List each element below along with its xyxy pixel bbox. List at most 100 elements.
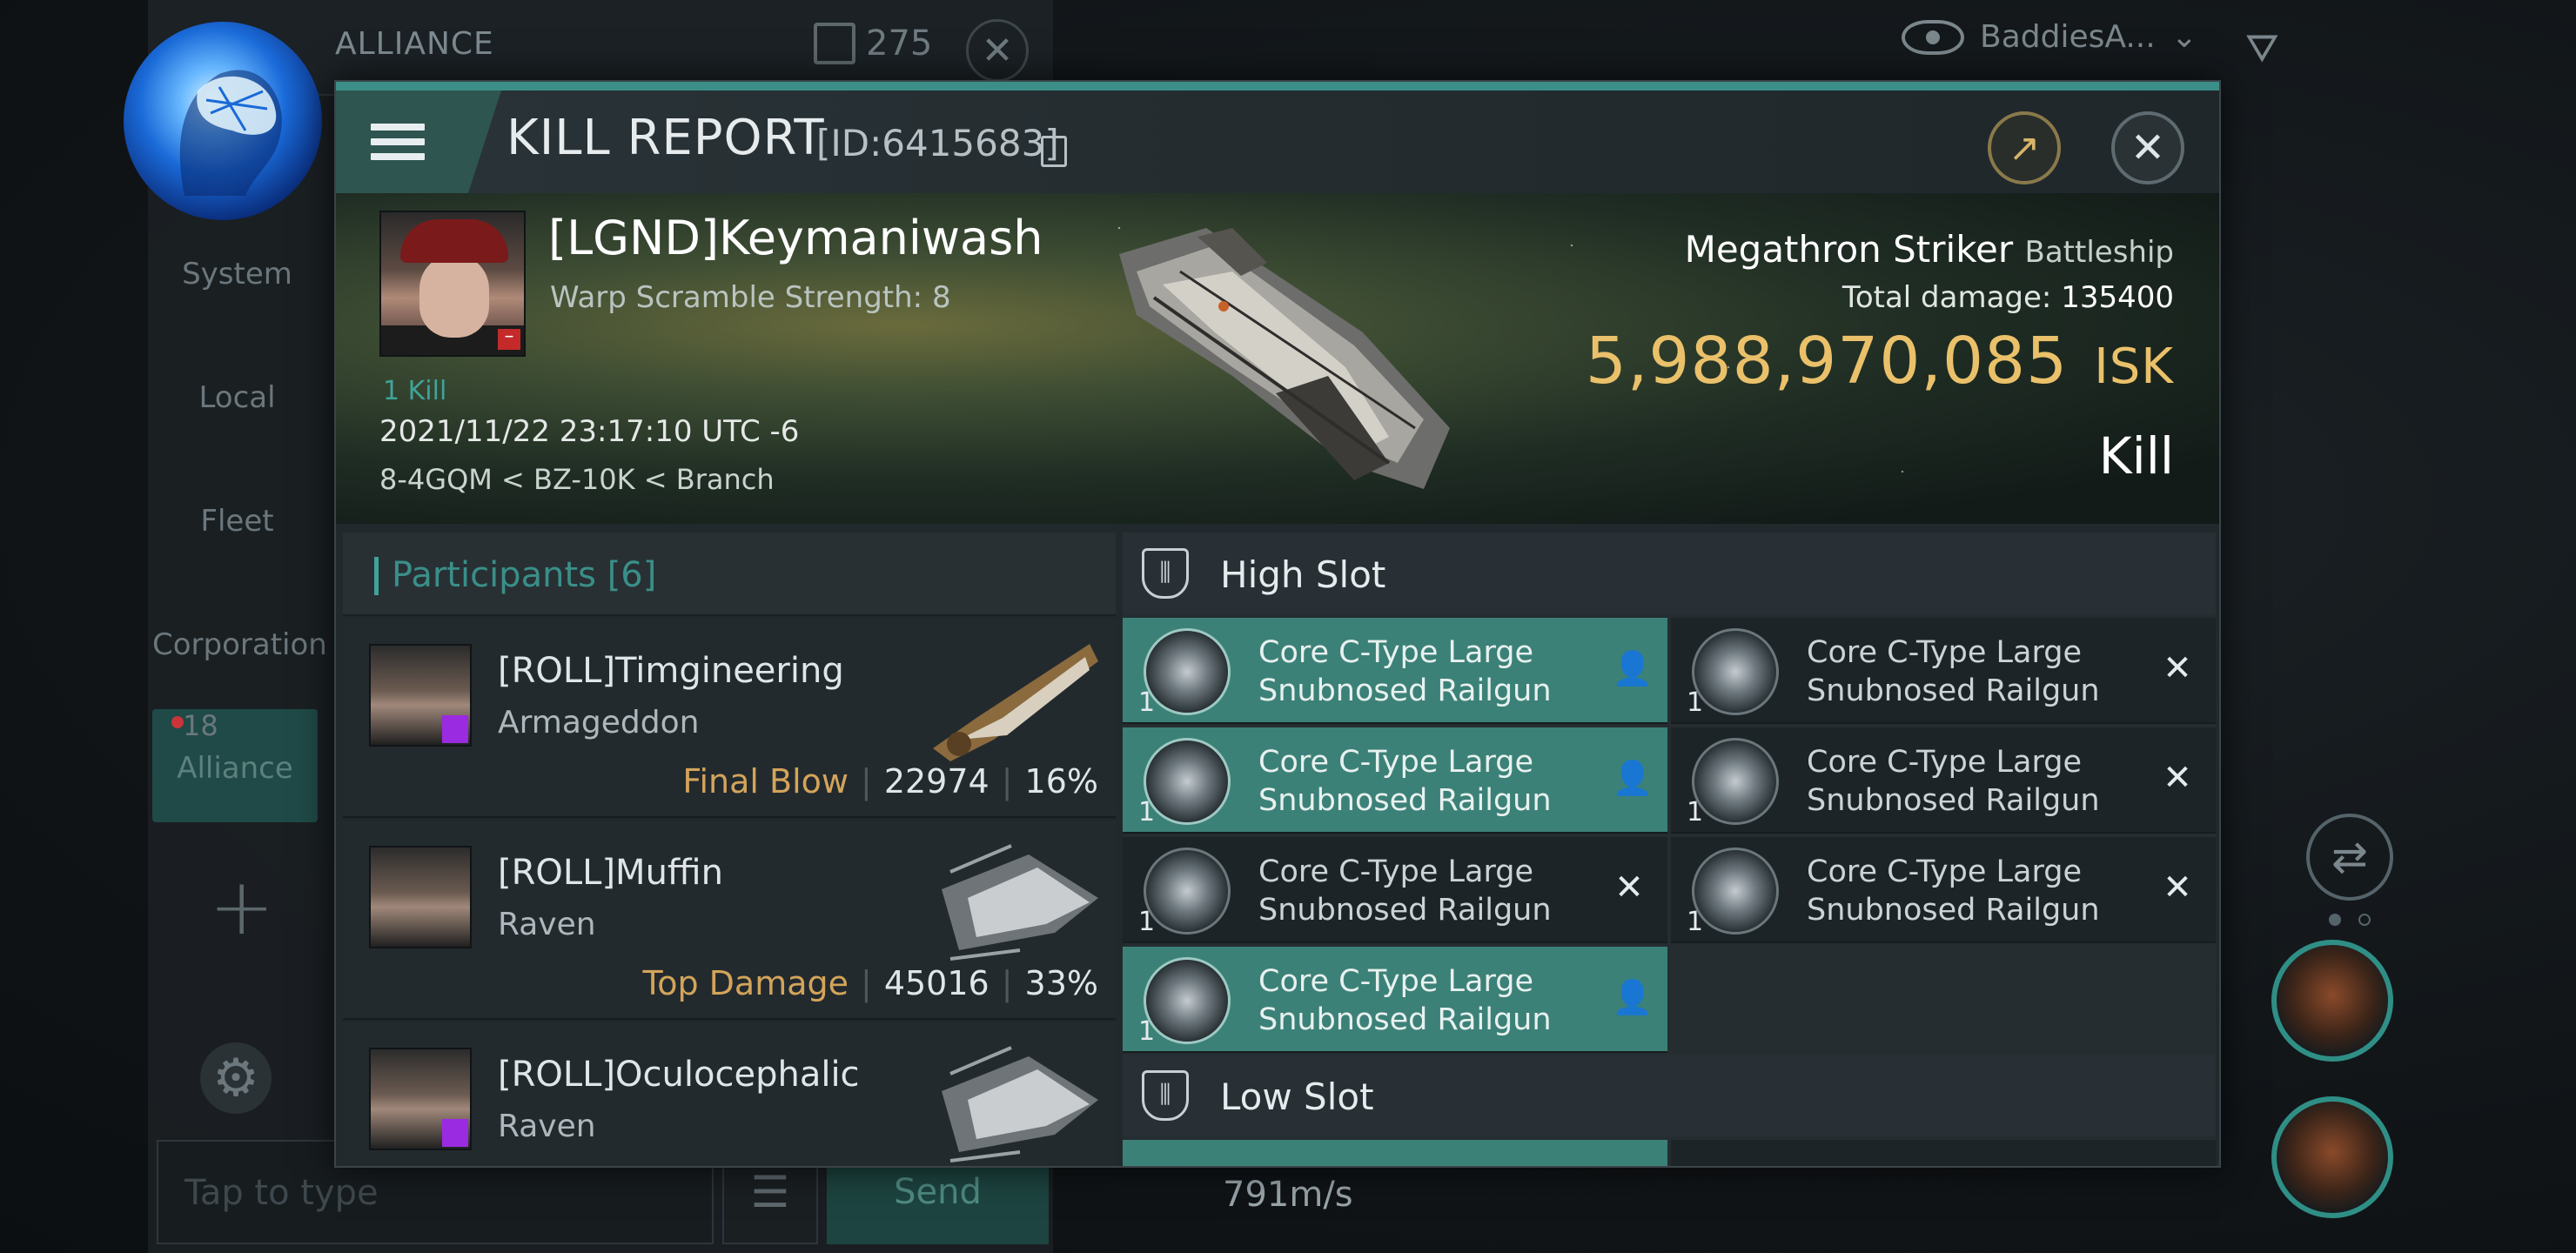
participant-name: [ROLL]Timgineering xyxy=(498,651,844,691)
participant-tag: Top Damage xyxy=(642,964,849,1002)
fitting-panel[interactable]: ⫼ High Slot 1 Core C-Type Large Snubnosed… xyxy=(1123,533,2216,1166)
module-slot[interactable]: 1 Core C-Type Large Snubnosed Railgun 👤 xyxy=(1123,618,1667,724)
module-page-indicator xyxy=(2329,914,2371,926)
person-icon: 👤 xyxy=(1612,978,1654,1016)
participant-ship-image xyxy=(942,1046,1098,1163)
participant-percent: 33% xyxy=(1024,964,1098,1002)
gear-icon[interactable]: ⚙ xyxy=(200,1042,272,1114)
module-name: Core C-Type Large Snubnosed Railgun xyxy=(1258,964,1552,1037)
module-slot[interactable] xyxy=(1123,1140,1667,1166)
kill-report-title: KILL REPORT xyxy=(506,110,825,166)
module-name: Core C-Type Large Snubnosed Railgun xyxy=(1258,745,1552,818)
module-name: Core C-Type Large Snubnosed Railgun xyxy=(1807,745,2100,818)
chat-close-button[interactable]: ✕ xyxy=(966,19,1029,82)
participant-tag: Final Blow xyxy=(682,762,849,801)
participant-percent: 16% xyxy=(1024,762,1098,801)
kill-datetime: 2021/11/22 23:17:10 UTC -6 xyxy=(379,414,800,449)
kill-report-id: [ID:6415683] xyxy=(816,122,1059,164)
rail-item-alliance[interactable]: 18 Alliance xyxy=(152,709,318,822)
security-status-badge: – xyxy=(498,327,520,350)
railgun-icon xyxy=(1692,628,1779,715)
ship-module-button[interactable] xyxy=(2271,940,2393,1062)
railgun-icon xyxy=(1144,957,1231,1044)
kill-banner: – [LGND]Keymaniwash Warp Scramble Streng… xyxy=(336,193,2219,524)
hamburger-icon xyxy=(371,116,425,168)
module-name: Core C-Type Large Snubnosed Railgun xyxy=(1258,854,1552,928)
warp-scramble-strength: Warp Scramble Strength: 8 xyxy=(550,280,951,315)
module-quantity: 1 xyxy=(1687,797,1704,828)
close-button[interactable]: ✕ xyxy=(2111,111,2184,184)
brain-portrait-icon xyxy=(179,70,282,196)
copy-icon[interactable] xyxy=(1041,136,1067,167)
rail-item-local[interactable]: Local xyxy=(152,380,322,415)
menu-button[interactable] xyxy=(336,90,501,193)
module-quantity: 1 xyxy=(1138,1016,1156,1047)
high-slot-icon: ⫼ xyxy=(1142,548,1189,599)
add-channel-button[interactable]: + xyxy=(209,861,274,953)
modal-header: KILL REPORT [ID:6415683] ↗ ✕ xyxy=(336,90,2219,193)
rail-item-system[interactable]: System xyxy=(152,257,322,291)
modal-accent-strip xyxy=(336,82,2219,90)
kill-report-modal: KILL REPORT [ID:6415683] ↗ ✕ – [LGND]Key… xyxy=(334,80,2221,1168)
high-slot-header: ⫼ High Slot xyxy=(1123,533,2216,614)
victim-name[interactable]: [LGND]Keymaniwash xyxy=(548,211,1043,265)
module-slot[interactable]: 1 Core C-Type Large Snubnosed Railgun ✕ xyxy=(1123,837,1667,943)
swap-button[interactable]: ⇄ xyxy=(2306,814,2393,901)
victim-ship-name[interactable]: Megathron Striker Battleship xyxy=(1685,228,2174,271)
person-icon: 👤 xyxy=(1612,649,1654,687)
participant-row[interactable]: [ROLL]Timgineering Armageddon Final Blow… xyxy=(343,618,1116,818)
module-slot[interactable]: 1 Core C-Type Large Snubnosed Railgun ✕ xyxy=(1671,618,2216,724)
module-slot[interactable] xyxy=(1671,1140,2216,1166)
railgun-icon xyxy=(1144,738,1231,825)
total-damage-value: 135400 xyxy=(2061,280,2174,315)
victim-portrait[interactable]: – xyxy=(379,211,526,357)
close-icon: ✕ xyxy=(2130,124,2166,172)
ship-class: Battleship xyxy=(2024,235,2174,270)
corp-badge-icon xyxy=(442,1119,468,1147)
participant-ship-image xyxy=(933,644,1098,761)
corp-badge-icon xyxy=(442,715,468,743)
module-quantity: 1 xyxy=(1138,907,1156,937)
rail-item-alliance-label: Alliance xyxy=(177,751,293,786)
overview-filter-selector[interactable]: BaddiesA... ⌄ xyxy=(1902,19,2197,55)
share-button[interactable]: ↗ xyxy=(1988,111,2061,184)
unread-dot xyxy=(171,716,184,728)
participant-damage: 22974 xyxy=(883,762,989,801)
participants-label: Participants xyxy=(392,555,596,595)
report-kind: Kill xyxy=(2098,426,2174,486)
swap-arrows-icon: ⇄ xyxy=(2331,832,2368,882)
module-slot[interactable]: 1 Core C-Type Large Snubnosed Railgun 👤 xyxy=(1123,727,1667,834)
participant-row[interactable]: [ROLL]Muffin Raven Top Damage | 45016 | 33% xyxy=(343,820,1116,1020)
player-avatar[interactable] xyxy=(124,22,322,220)
rail-item-corporation[interactable]: Corporation xyxy=(152,627,327,662)
module-name: Core C-Type Large Snubnosed Railgun xyxy=(1807,635,2100,708)
participant-stats: Top Damage | 45016 | 33% xyxy=(642,964,1098,1002)
module-quantity: 1 xyxy=(1138,687,1156,718)
victim-kills: 1 Kill xyxy=(383,376,447,406)
module-quantity: 1 xyxy=(1687,687,1704,718)
participant-avatar xyxy=(369,644,472,747)
participants-panel[interactable]: Participants [6] [ROLL]Timgineering Arma… xyxy=(343,533,1116,1166)
module-quantity: 1 xyxy=(1138,797,1156,828)
isk-unit: ISK xyxy=(2094,338,2174,395)
person-icon: 👤 xyxy=(1612,759,1654,797)
eye-icon xyxy=(1902,19,1964,55)
filter-icon[interactable]: ⛛ xyxy=(2245,24,2294,71)
x-icon: ✕ xyxy=(2163,648,2192,688)
module-slot[interactable]: 1 Core C-Type Large Snubnosed Railgun ✕ xyxy=(1671,727,2216,834)
participant-row[interactable]: [ROLL]Oculocephalic Raven xyxy=(343,1022,1116,1166)
module-slot[interactable]: 1 Core C-Type Large Snubnosed Railgun ✕ xyxy=(1671,837,2216,943)
ship-module-button[interactable] xyxy=(2271,1096,2393,1218)
isk-value: 5,988,970,085 ISK xyxy=(1586,324,2174,399)
low-slot-icon: ⫼ xyxy=(1142,1070,1189,1121)
rail-item-fleet[interactable]: Fleet xyxy=(152,504,322,539)
participant-avatar xyxy=(369,1048,472,1150)
low-slot-title: Low Slot xyxy=(1220,1075,1374,1118)
ship-speed: 791m/s xyxy=(1223,1175,1353,1215)
participant-ship-image xyxy=(942,844,1098,961)
close-icon: ✕ xyxy=(981,28,1014,73)
participant-ship: Raven xyxy=(498,907,596,942)
external-link-icon: ↗ xyxy=(2008,125,2041,171)
module-name: Core C-Type Large Snubnosed Railgun xyxy=(1807,854,2100,928)
module-slot[interactable]: 1 Core C-Type Large Snubnosed Railgun 👤 xyxy=(1123,947,1667,1053)
